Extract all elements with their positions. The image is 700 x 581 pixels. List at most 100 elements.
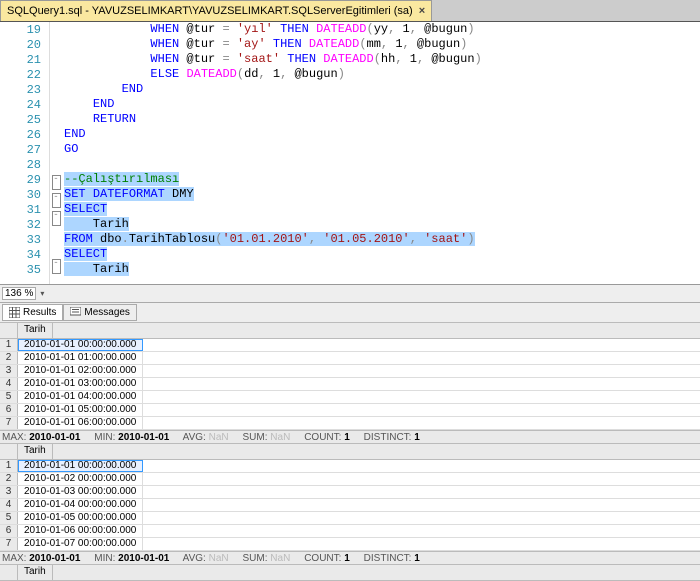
cell-tarih[interactable]: 2010-01-01 00:00:00.000: [18, 339, 143, 351]
code-line[interactable]: WHEN @tur = 'ay' THEN DATEADD(mm, 1, @bu…: [64, 37, 482, 52]
row-number[interactable]: 7: [0, 417, 18, 429]
tab-messages[interactable]: Messages: [63, 304, 137, 321]
document-tab[interactable]: SQLQuery1.sql - YAVUZSELIMKART\YAVUZSELI…: [0, 0, 432, 21]
row-number[interactable]: 4: [0, 499, 18, 511]
code-line[interactable]: GO: [64, 142, 482, 157]
line-number: 33: [0, 233, 41, 248]
close-icon[interactable]: ×: [419, 5, 425, 17]
code-line[interactable]: SELECT: [64, 202, 482, 217]
table-row[interactable]: 42010-01-04 00:00:00.000: [0, 499, 700, 512]
table-row[interactable]: 42010-01-01 03:00:00.000: [0, 378, 700, 391]
code-editor[interactable]: 1920212223242526272829303132333435 ---- …: [0, 22, 700, 285]
cell-tarih[interactable]: 2010-01-01 05:00:00.000: [18, 404, 143, 416]
fold-toggle[interactable]: -: [52, 175, 61, 190]
stats-bar-1: MAX: 2010-01-01 MIN: 2010-01-01 AVG: NaN…: [0, 430, 700, 444]
table-row[interactable]: 62010-01-01 05:00:00.000: [0, 404, 700, 417]
line-number: 34: [0, 248, 41, 263]
code-line[interactable]: END: [64, 82, 482, 97]
code-line[interactable]: Tarih: [64, 262, 482, 277]
cell-tarih[interactable]: 2010-01-01 00:00:00.000: [18, 460, 143, 472]
zoom-value: 136 %: [5, 288, 33, 299]
chevron-down-icon[interactable]: ▾: [40, 289, 44, 298]
line-number: 23: [0, 83, 41, 98]
cell-tarih[interactable]: 2010-01-06 00:00:00.000: [18, 525, 143, 537]
row-header-corner[interactable]: [0, 565, 18, 580]
line-number: 21: [0, 53, 41, 68]
table-row[interactable]: 52010-01-01 04:00:00.000: [0, 391, 700, 404]
row-header-corner[interactable]: [0, 323, 18, 338]
cell-tarih[interactable]: 2010-01-02 00:00:00.000: [18, 473, 143, 485]
row-number[interactable]: 5: [0, 391, 18, 403]
line-number: 29: [0, 173, 41, 188]
row-number[interactable]: 5: [0, 512, 18, 524]
table-row[interactable]: 52010-01-05 00:00:00.000: [0, 512, 700, 525]
row-number[interactable]: 3: [0, 486, 18, 498]
line-number: 19: [0, 23, 41, 38]
code-line[interactable]: WHEN @tur = 'saat' THEN DATEADD(hh, 1, @…: [64, 52, 482, 67]
table-row[interactable]: 72010-01-07 00:00:00.000: [0, 538, 700, 551]
cell-tarih[interactable]: 2010-01-03 00:00:00.000: [18, 486, 143, 498]
row-number[interactable]: 3: [0, 365, 18, 377]
line-number: 32: [0, 218, 41, 233]
grid2-body[interactable]: 12010-01-01 00:00:00.00022010-01-02 00:0…: [0, 460, 700, 551]
document-tab-bar: SQLQuery1.sql - YAVUZSELIMKART\YAVUZSELI…: [0, 0, 700, 22]
grid2-header: Tarih: [0, 444, 700, 460]
tab-results[interactable]: Results: [2, 304, 63, 321]
zoom-dropdown[interactable]: 136 %: [2, 287, 36, 300]
code-line[interactable]: ELSE DATEADD(dd, 1, @bugun): [64, 67, 482, 82]
row-number[interactable]: 1: [0, 460, 18, 472]
code-line[interactable]: --Çalıştırılması: [64, 172, 482, 187]
row-number[interactable]: 6: [0, 404, 18, 416]
code-line[interactable]: SELECT: [64, 247, 482, 262]
table-row[interactable]: 32010-01-03 00:00:00.000: [0, 486, 700, 499]
code-line[interactable]: WHEN @tur = 'yıl' THEN DATEADD(yy, 1, @b…: [64, 22, 482, 37]
row-header-corner[interactable]: [0, 444, 18, 459]
table-row[interactable]: 12010-01-01 00:00:00.000: [0, 460, 700, 473]
row-number[interactable]: 2: [0, 352, 18, 364]
row-number[interactable]: 2: [0, 473, 18, 485]
code-line[interactable]: END: [64, 97, 482, 112]
grid1-col-tarih[interactable]: Tarih: [18, 323, 53, 338]
table-row[interactable]: 62010-01-06 00:00:00.000: [0, 525, 700, 538]
grid1-body[interactable]: 12010-01-01 00:00:00.00022010-01-01 01:0…: [0, 339, 700, 430]
table-row[interactable]: 72010-01-01 06:00:00.000: [0, 417, 700, 430]
line-number: 22: [0, 68, 41, 83]
grid-icon: [9, 307, 20, 318]
fold-toggle[interactable]: -: [52, 193, 61, 208]
code-line[interactable]: END: [64, 127, 482, 142]
cell-tarih[interactable]: 2010-01-01 01:00:00.000: [18, 352, 143, 364]
cell-tarih[interactable]: 2010-01-07 00:00:00.000: [18, 538, 143, 550]
results-grid-2: Tarih 12010-01-01 00:00:00.00022010-01-0…: [0, 444, 700, 551]
table-row[interactable]: 32010-01-01 02:00:00.000: [0, 365, 700, 378]
cell-tarih[interactable]: 2010-01-01 02:00:00.000: [18, 365, 143, 377]
cell-tarih[interactable]: 2010-01-01 04:00:00.000: [18, 391, 143, 403]
table-row[interactable]: 12010-01-01 00:00:00.000: [0, 339, 700, 352]
fold-toggle[interactable]: -: [52, 211, 61, 226]
code-line[interactable]: SET DATEFORMAT DMY: [64, 187, 482, 202]
cell-tarih[interactable]: 2010-01-05 00:00:00.000: [18, 512, 143, 524]
code-line[interactable]: FROM dbo.TarihTablosu('01.01.2010', '01.…: [64, 232, 482, 247]
table-row[interactable]: 22010-01-01 01:00:00.000: [0, 352, 700, 365]
fold-column: - - - -: [50, 22, 62, 284]
code-line[interactable]: Tarih: [64, 217, 482, 232]
cell-tarih[interactable]: 2010-01-04 00:00:00.000: [18, 499, 143, 511]
row-number[interactable]: 1: [0, 339, 18, 351]
cell-tarih[interactable]: 2010-01-01 06:00:00.000: [18, 417, 143, 429]
line-number: 20: [0, 38, 41, 53]
fold-toggle[interactable]: -: [52, 259, 61, 274]
row-number[interactable]: 7: [0, 538, 18, 550]
code-line[interactable]: RETURN: [64, 112, 482, 127]
code-line[interactable]: [64, 157, 482, 172]
row-number[interactable]: 6: [0, 525, 18, 537]
table-row[interactable]: 22010-01-02 00:00:00.000: [0, 473, 700, 486]
grid3-header: Tarih: [0, 565, 700, 581]
cell-tarih[interactable]: 2010-01-01 03:00:00.000: [18, 378, 143, 390]
messages-icon: [70, 307, 81, 318]
grid3-col-tarih[interactable]: Tarih: [18, 565, 53, 580]
tab-title: SQLQuery1.sql - YAVUZSELIMKART\YAVUZSELI…: [7, 5, 413, 17]
grid2-col-tarih[interactable]: Tarih: [18, 444, 53, 459]
row-number[interactable]: 4: [0, 378, 18, 390]
tab-results-label: Results: [23, 307, 56, 318]
line-number: 25: [0, 113, 41, 128]
code-area[interactable]: WHEN @tur = 'yıl' THEN DATEADD(yy, 1, @b…: [62, 22, 482, 284]
